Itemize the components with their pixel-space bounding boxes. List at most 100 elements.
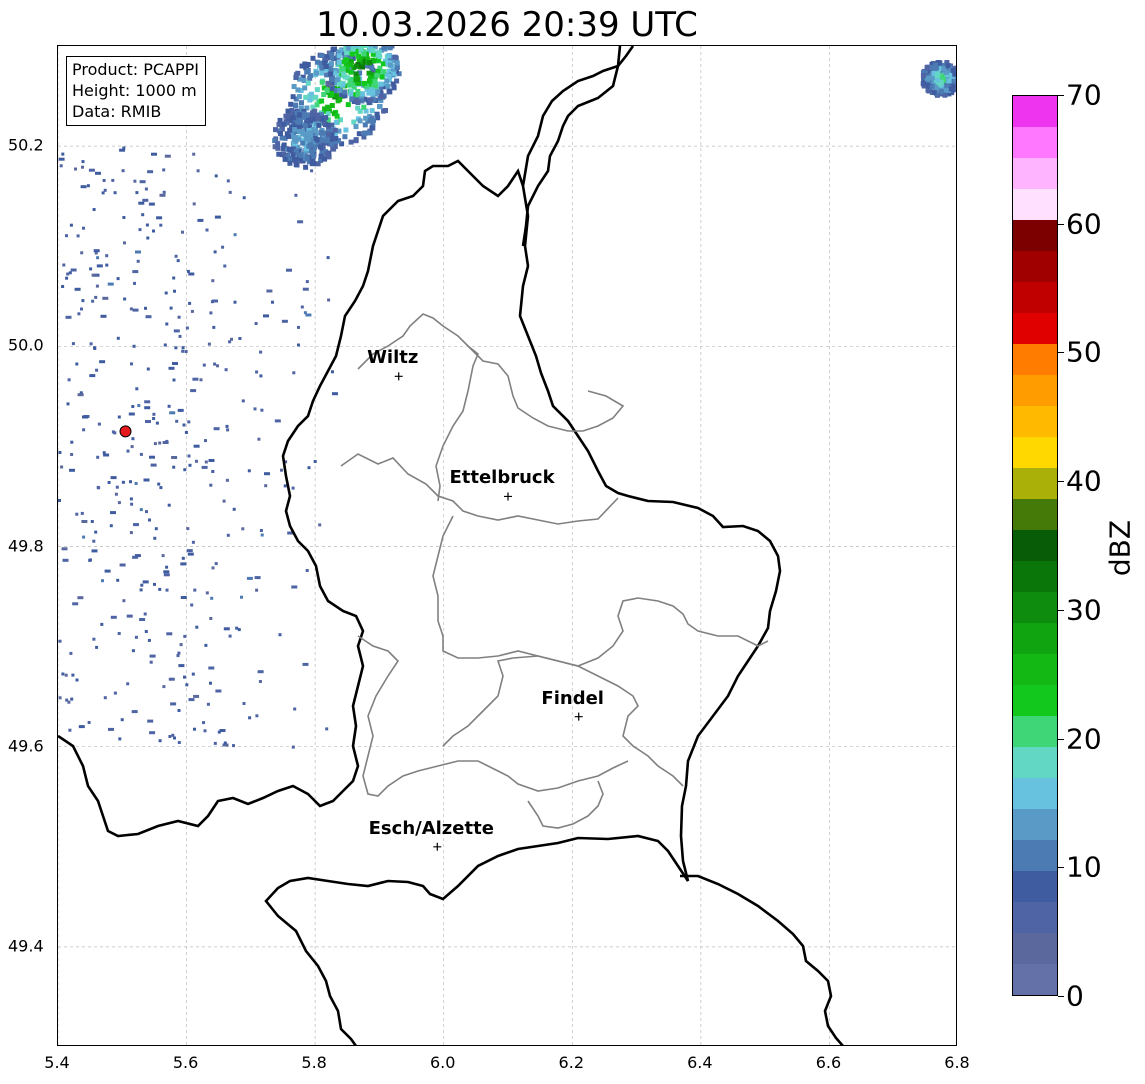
- rain-pixel: [394, 60, 400, 66]
- clutter-pixel: [122, 599, 126, 603]
- clutter-pixel: [129, 531, 133, 535]
- rain-pixel: [345, 102, 351, 108]
- city-label: Ettelbruck: [449, 467, 555, 489]
- radar-map[interactable]: [57, 45, 957, 1046]
- grid-lines: [58, 46, 956, 1045]
- rain-pixel: [313, 94, 319, 100]
- rain-pixel: [329, 55, 335, 61]
- colorbar-tick: [1058, 996, 1064, 997]
- clutter-pixel: [122, 216, 126, 219]
- rain-pixel: [293, 162, 299, 167]
- colorbar-tick: [1058, 609, 1064, 611]
- rain-pixel: [322, 60, 328, 66]
- colorbar-tick: [1058, 867, 1064, 869]
- clutter-pixel: [158, 441, 162, 445]
- rain-pixel: [348, 91, 354, 97]
- rain-pixel: [310, 55, 316, 61]
- rain-pixel: [386, 88, 392, 94]
- clutter-pixel: [181, 556, 185, 560]
- rain-pixel: [316, 122, 322, 128]
- data-source-label: Data: RMIB: [72, 102, 162, 121]
- clutter-pixel: [142, 198, 149, 202]
- clutter-pixel: [155, 421, 159, 425]
- clutter-pixel: [108, 727, 114, 731]
- clutter-pixel: [77, 596, 84, 600]
- clutter-pixel: [145, 420, 151, 423]
- rain-pixel: [343, 127, 349, 133]
- rain-pixel: [349, 51, 355, 57]
- clutter-pixel: [158, 587, 162, 591]
- clutter-pixel: [318, 523, 322, 527]
- rain-pixel: [334, 77, 340, 83]
- colorbar-tick-label: 10: [1066, 850, 1102, 884]
- rain-pixel: [310, 110, 315, 116]
- rain-pixel: [348, 69, 354, 75]
- rain-pixel: [956, 79, 957, 84]
- clutter-pixel: [100, 314, 107, 318]
- clutter-pixel: [325, 727, 329, 731]
- clutter-pixel: [186, 269, 190, 273]
- rain-pixel: [292, 157, 297, 163]
- rain-pixel: [357, 118, 363, 124]
- rain-pixel: [386, 53, 392, 59]
- clutter-pixel: [172, 362, 178, 365]
- rain-pixel: [351, 119, 357, 125]
- clutter-pixel: [94, 295, 98, 299]
- map-canvas: [58, 46, 957, 1045]
- clutter-pixel: [135, 250, 141, 254]
- clutter-pixel: [149, 455, 155, 459]
- clutter-pixel: [232, 744, 235, 748]
- rain-pixel: [387, 62, 393, 68]
- rain-pixel: [353, 138, 359, 144]
- clutter-pixel: [80, 185, 87, 189]
- clutter-pixel: [165, 565, 169, 569]
- rain-pixel: [281, 142, 287, 148]
- clutter-pixel: [81, 520, 88, 523]
- clutter-pixel: [145, 315, 152, 319]
- clutter-pixel: [173, 329, 180, 333]
- clutter-pixel: [233, 300, 237, 304]
- clutter-pixel: [310, 169, 314, 173]
- france-border: [680, 874, 844, 1045]
- clutter-pixel: [263, 314, 269, 318]
- clutter-pixel: [211, 279, 215, 283]
- clutter-pixel: [128, 412, 135, 416]
- clutter-pixel: [208, 666, 215, 670]
- clutter-pixel: [181, 230, 184, 234]
- clutter-pixel: [72, 602, 79, 606]
- rain-pixel: [318, 144, 323, 150]
- y-tick-label: 50.2: [8, 135, 44, 155]
- clutter-pixel: [97, 486, 101, 490]
- clutter-pixel: [134, 635, 138, 639]
- rain-pixel: [320, 116, 326, 122]
- colorbar-segment: [1013, 963, 1057, 995]
- city-label: Findel: [541, 687, 604, 709]
- clutter-pixel: [300, 305, 304, 309]
- clutter-pixel: [129, 480, 132, 484]
- rain-pixel: [368, 97, 374, 103]
- clutter-pixel: [69, 468, 75, 472]
- clutter-pixel: [60, 465, 64, 469]
- clutter-pixel: [169, 411, 176, 415]
- rain-pixel: [322, 156, 328, 162]
- rain-pixel: [373, 83, 379, 89]
- clutter-pixel: [305, 569, 309, 572]
- clutter-pixel: [134, 482, 138, 485]
- clutter-pixel: [209, 681, 212, 685]
- clutter-pixel: [70, 268, 77, 272]
- colorbar-segment: [1013, 126, 1057, 158]
- clutter-pixel: [193, 727, 196, 731]
- clutter-pixel: [103, 696, 107, 700]
- clutter-pixel: [92, 208, 96, 211]
- clutter-pixel: [297, 325, 300, 329]
- y-tick-label: 50.0: [8, 335, 44, 355]
- clutter-pixel: [142, 580, 149, 584]
- rain-pixel: [343, 57, 349, 63]
- rain-pixel: [293, 103, 299, 109]
- clutter-pixel: [140, 583, 144, 587]
- clutter-pixel: [95, 368, 99, 372]
- clutter-pixel: [146, 367, 150, 371]
- clutter-pixel: [187, 552, 194, 556]
- clutter-pixel: [176, 259, 180, 263]
- rain-pixel: [361, 80, 367, 86]
